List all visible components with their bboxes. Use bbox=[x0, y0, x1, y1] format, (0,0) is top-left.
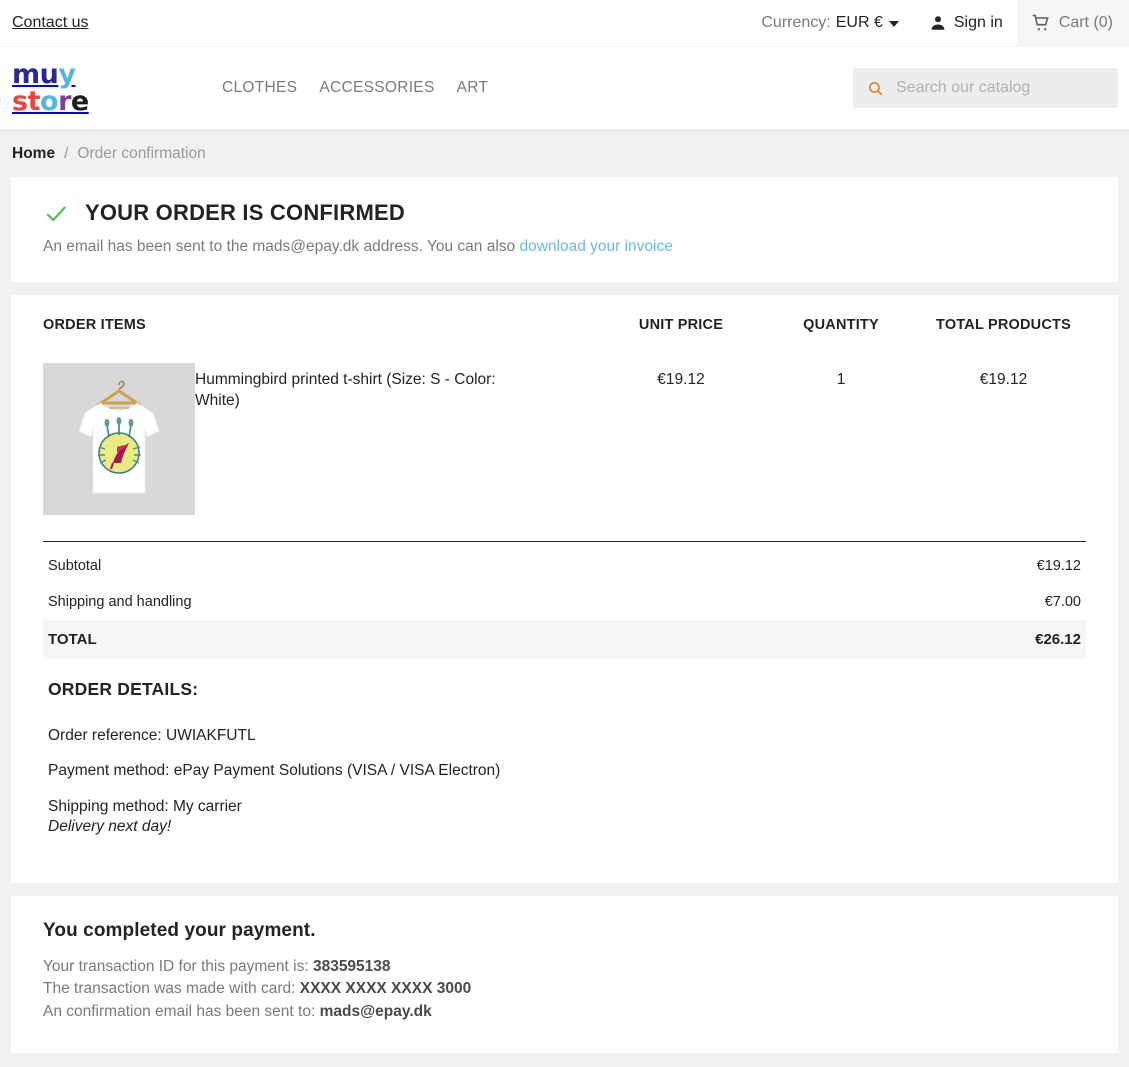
search-bar[interactable] bbox=[853, 68, 1118, 108]
card-number-line: The transaction was made with card: XXXX… bbox=[43, 978, 1086, 1000]
contact-us-link[interactable]: Contact us bbox=[12, 15, 88, 31]
transaction-id-line: Your transaction ID for this payment is:… bbox=[43, 956, 1086, 978]
product-quantity: 1 bbox=[761, 363, 921, 541]
logo-letter-r: r bbox=[58, 86, 71, 117]
confirmation-email-prefix: An confirmation email has been sent to: bbox=[43, 1003, 315, 1020]
column-header-order-items: ORDER ITEMS bbox=[43, 317, 601, 363]
total-row-grand: TOTAL €26.12 bbox=[43, 620, 1086, 659]
check-icon bbox=[43, 200, 69, 226]
order-reference: Order reference: UWIAKFUTL bbox=[48, 726, 1086, 746]
sign-in-button[interactable]: Sign in bbox=[915, 0, 1017, 47]
nav-item-art[interactable]: ART bbox=[457, 79, 489, 97]
currency-label: Currency: bbox=[761, 14, 830, 32]
logo-letter-s: s bbox=[12, 86, 28, 117]
product-name: Hummingbird printed t-shirt (Size: S - C… bbox=[195, 363, 601, 412]
breadcrumb-current: Order confirmation bbox=[77, 145, 205, 163]
confirmation-email-value: mads@epay.dk bbox=[320, 1003, 432, 1020]
card-number-prefix: The transaction was made with card: bbox=[43, 980, 295, 997]
order-items-table: ORDER ITEMS UNIT PRICE QUANTITY TOTAL PR… bbox=[43, 317, 1086, 541]
payment-method: Payment method: ePay Payment Solutions (… bbox=[48, 761, 1086, 781]
column-header-total-products: TOTAL PRODUCTS bbox=[921, 317, 1086, 363]
shipping-method: Shipping method: My carrier bbox=[48, 798, 242, 815]
transaction-id-value: 383595138 bbox=[313, 958, 391, 975]
nav-item-accessories[interactable]: ACCESSORIES bbox=[319, 79, 434, 97]
shipping-label: Shipping and handling bbox=[48, 594, 192, 610]
nav-item-clothes[interactable]: CLOTHES bbox=[222, 79, 297, 97]
product-name-cell: Hummingbird printed t-shirt (Size: S - C… bbox=[195, 363, 601, 541]
cart-label: Cart (0) bbox=[1059, 14, 1113, 32]
download-invoice-link[interactable]: download your invoice bbox=[519, 238, 672, 255]
subtotal-label: Subtotal bbox=[48, 558, 101, 574]
cart-button[interactable]: Cart (0) bbox=[1017, 0, 1129, 47]
order-items-panel: ORDER ITEMS UNIT PRICE QUANTITY TOTAL PR… bbox=[11, 295, 1118, 883]
grand-total-label: TOTAL bbox=[48, 631, 97, 648]
total-row-subtotal: Subtotal €19.12 bbox=[43, 548, 1086, 584]
column-header-quantity: QUANTITY bbox=[761, 317, 921, 363]
top-bar: Contact us Currency: EUR € Sign in bbox=[0, 0, 1129, 47]
panel-gap-2 bbox=[0, 883, 1129, 896]
delivery-note: Delivery next day! bbox=[48, 818, 171, 835]
breadcrumb-separator: / bbox=[64, 145, 68, 163]
table-row: Hummingbird printed t-shirt (Size: S - C… bbox=[43, 363, 1086, 541]
order-items-table-head: ORDER ITEMS UNIT PRICE QUANTITY TOTAL PR… bbox=[43, 317, 1086, 363]
currency-selector[interactable]: Currency: EUR € bbox=[745, 0, 914, 47]
confirmation-message-text: An email has been sent to the mads@epay.… bbox=[43, 238, 519, 255]
order-items-table-body: Hummingbird printed t-shirt (Size: S - C… bbox=[43, 363, 1086, 541]
site-logo[interactable]: muy store bbox=[12, 61, 122, 115]
column-header-unit-price: UNIT PRICE bbox=[601, 317, 761, 363]
user-icon bbox=[929, 14, 947, 32]
product-image-cell bbox=[43, 363, 195, 541]
chevron-down-icon bbox=[889, 21, 899, 27]
page-title: YOUR ORDER IS CONFIRMED bbox=[85, 200, 405, 226]
product-thumbnail[interactable] bbox=[43, 363, 195, 515]
panel-gap-1 bbox=[0, 282, 1129, 295]
total-row-shipping: Shipping and handling €7.00 bbox=[43, 584, 1086, 620]
order-details-title: ORDER DETAILS: bbox=[48, 679, 1086, 700]
currency-value: EUR € bbox=[836, 14, 883, 32]
subtotal-value: €19.12 bbox=[1037, 558, 1081, 574]
order-confirmation-panel: YOUR ORDER IS CONFIRMED An email has bee… bbox=[11, 177, 1118, 282]
shipping-method-block: Shipping method: My carrier Delivery nex… bbox=[48, 797, 1086, 838]
product-unit-price: €19.12 bbox=[601, 363, 761, 541]
grand-total-value: €26.12 bbox=[1035, 631, 1081, 648]
table-header-row: ORDER ITEMS UNIT PRICE QUANTITY TOTAL PR… bbox=[43, 317, 1086, 363]
confirmation-heading-row: YOUR ORDER IS CONFIRMED bbox=[43, 200, 1086, 226]
search-input[interactable] bbox=[896, 79, 1104, 97]
payment-title: You completed your payment. bbox=[43, 920, 1086, 942]
order-details-section: ORDER DETAILS: Order reference: UWIAKFUT… bbox=[43, 659, 1086, 883]
shipping-value: €7.00 bbox=[1045, 594, 1081, 610]
logo-letter-t: t bbox=[28, 86, 40, 117]
product-total: €19.12 bbox=[921, 363, 1086, 541]
confirmation-email-line: An confirmation email has been sent to: … bbox=[43, 1001, 1086, 1023]
logo-letter-o: o bbox=[40, 86, 58, 117]
payment-confirmation-panel: You completed your payment. Your transac… bbox=[11, 896, 1118, 1053]
breadcrumb: Home / Order confirmation bbox=[0, 130, 1129, 177]
site-header: muy store CLOTHES ACCESSORIES ART bbox=[0, 47, 1129, 130]
transaction-id-prefix: Your transaction ID for this payment is: bbox=[43, 958, 309, 975]
search-icon bbox=[867, 80, 884, 97]
top-bar-right-group: Currency: EUR € Sign in Cart (0) bbox=[745, 0, 1129, 47]
sign-in-label: Sign in bbox=[954, 14, 1003, 32]
card-number-value: XXXX XXXX XXXX 3000 bbox=[300, 980, 471, 997]
confirmation-message: An email has been sent to the mads@epay.… bbox=[43, 238, 1086, 256]
cart-icon bbox=[1031, 13, 1051, 33]
main-navigation: CLOTHES ACCESSORIES ART bbox=[222, 79, 488, 97]
order-totals: Subtotal €19.12 Shipping and handling €7… bbox=[43, 541, 1086, 659]
logo-letter-e: e bbox=[71, 86, 89, 117]
breadcrumb-home[interactable]: Home bbox=[12, 145, 55, 163]
